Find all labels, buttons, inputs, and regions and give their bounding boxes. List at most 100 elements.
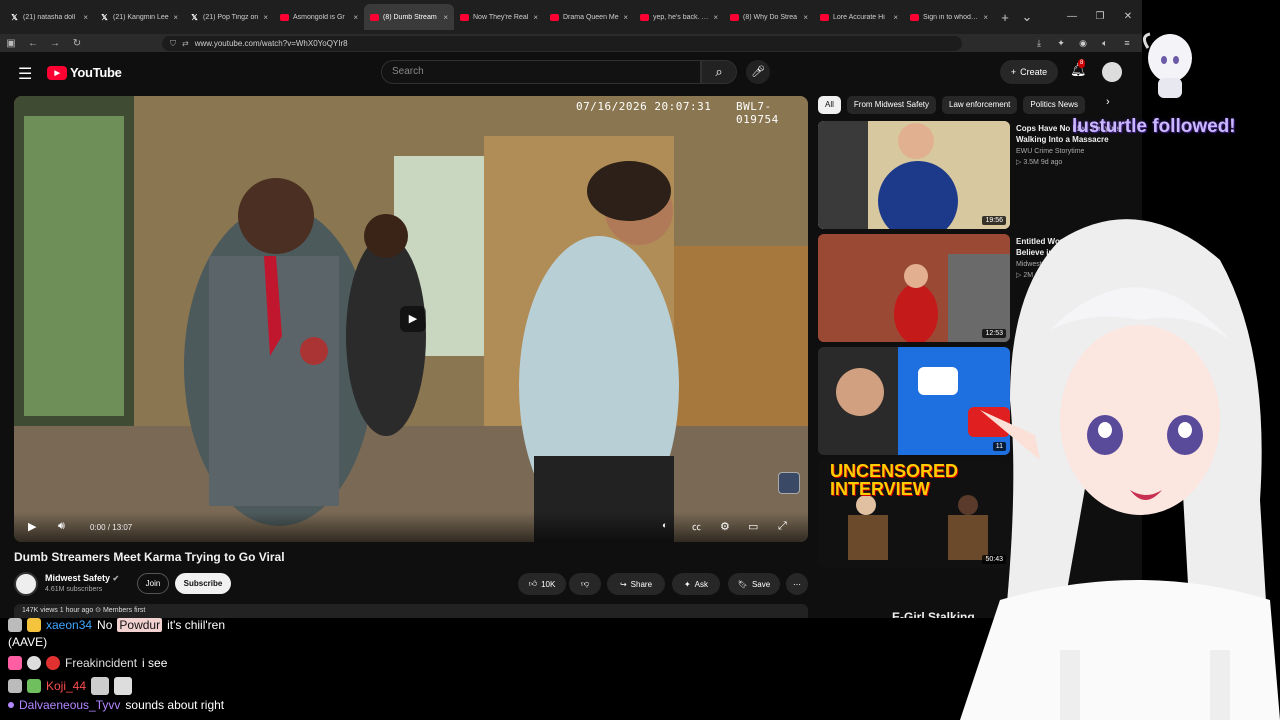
chat-user-1[interactable]: xaeon34 (46, 618, 92, 632)
vtuber-avatar-image (960, 219, 1280, 720)
save-button[interactable]: 🔖︎ Save (728, 573, 780, 595)
tab-title: (21) Pop Tingz on (203, 13, 259, 21)
notifications-button[interactable]: 🔔︎ 8 (1070, 59, 1087, 78)
ask-button[interactable]: ✦ Ask (672, 573, 720, 595)
tab-close-icon[interactable]: × (263, 13, 268, 22)
filter-chip[interactable]: Law enforcement (942, 96, 1018, 114)
profile-icon[interactable]: ◉ (1072, 34, 1094, 52)
new-tab-button[interactable]: + (994, 10, 1016, 25)
youtube-tab-icon (910, 13, 919, 21)
extensions-icon[interactable]: ✦ (1050, 34, 1072, 52)
sidebar-toggle-icon[interactable]: ▣ (0, 38, 22, 49)
browser-tab[interactable]: Lore Accurate Hi × (814, 4, 904, 30)
tab-close-icon[interactable]: × (533, 13, 538, 22)
share-button[interactable]: ↪ Share (607, 573, 665, 595)
dot-badge-icon (8, 702, 14, 708)
download-icon[interactable]: ⤓ (1028, 34, 1050, 52)
volume-icon[interactable]: 🔊︎ (58, 520, 65, 533)
tab-close-icon[interactable]: × (443, 13, 448, 22)
maximize-icon[interactable]: ❐ (1086, 0, 1114, 34)
voice-search-button[interactable]: 🎤︎ (746, 60, 770, 84)
join-button[interactable]: Join (137, 573, 169, 594)
search-button[interactable]: ⌕ (701, 60, 737, 84)
browser-tab[interactable]: Drama Queen Me × (544, 4, 634, 30)
chat-message-2: Freakincident i see (8, 656, 167, 670)
share-icon: ↪ (619, 579, 627, 589)
chat-user-3[interactable]: Koji_44 (46, 679, 86, 693)
skull-badge-icon (27, 656, 41, 670)
minimize-icon[interactable]: — (1058, 0, 1086, 34)
create-button[interactable]: + Create (1000, 60, 1058, 84)
notification-badge: 8 (1078, 59, 1086, 68)
chevron-right-icon[interactable]: › (1106, 96, 1110, 108)
play-overlay-button[interactable]: ▶ (400, 306, 426, 332)
tab-list-icon[interactable]: ⌄ (1016, 9, 1038, 25)
settings-icon[interactable]: ⚙ (720, 520, 730, 533)
forward-icon[interactable]: → (44, 38, 66, 49)
osd-datetime: 07/16/2026 20:07:31 (576, 100, 712, 113)
browser-tab[interactable]: 𝕏 (21) natasha doll × (4, 4, 94, 30)
back-icon[interactable]: ← (22, 38, 44, 49)
account-avatar[interactable] (1102, 62, 1122, 82)
tab-title: (8) Dumb Stream (383, 13, 437, 21)
browser-tab[interactable]: 𝕏 (21) Kangmin Lee × (94, 4, 184, 30)
sound-icon[interactable]: 🔈︎ (1094, 34, 1116, 52)
browser-tab[interactable]: yep, he's back. - Y × (634, 4, 724, 30)
youtube-tab-icon (280, 13, 289, 21)
more-icon: ⋯ (793, 579, 801, 589)
tab-close-icon[interactable]: × (623, 13, 628, 22)
emote-1-icon (91, 677, 110, 695)
tab-close-icon[interactable]: × (353, 13, 358, 22)
browser-tab[interactable]: Sign in to whodunchu × (904, 4, 994, 30)
verified-icon: ✔ (112, 574, 120, 583)
flower-badge-icon (46, 656, 60, 670)
tab-close-icon[interactable]: × (83, 13, 88, 22)
like-button[interactable]: 👍︎ 10K (518, 573, 566, 595)
osd-id: BWL7-019754 (736, 100, 779, 126)
chat-user-4[interactable]: Dalvaeneous_Tyvv (19, 698, 120, 712)
search-input[interactable]: Search (381, 60, 701, 84)
fullscreen-icon[interactable]: ⤢ (778, 520, 787, 533)
browser-tab[interactable]: 𝕏 (21) Pop Tingz on × (184, 4, 274, 30)
more-actions-button[interactable]: ⋯ (786, 573, 808, 595)
video-title: Dumb Streamers Meet Karma Trying to Go V… (14, 550, 285, 564)
browser-tab[interactable]: Asmongold is Gr × (274, 4, 364, 30)
tab-close-icon[interactable]: × (173, 13, 178, 22)
filter-chip[interactable]: From Midwest Safety (846, 96, 937, 114)
filter-chip[interactable]: All (818, 96, 841, 114)
browser-tab[interactable]: (8) Why Do Strea × (724, 4, 814, 30)
tab-close-icon[interactable]: × (713, 13, 718, 22)
tab-close-icon[interactable]: × (893, 13, 898, 22)
captions-icon[interactable]: ㏄ (692, 520, 701, 533)
reload-icon[interactable]: ↻ (66, 38, 88, 49)
address-bar[interactable]: ⛉ ⇄ www.youtube.com/watch?v=WhX0YoQYIr8 (162, 36, 962, 51)
url-text: www.youtube.com/watch?v=WhX0YoQYIr8 (194, 39, 348, 48)
theater-mode-icon[interactable]: ▭ (748, 520, 758, 533)
channel-avatar[interactable] (14, 572, 38, 596)
hamburger-menu-icon[interactable]: ☰ (18, 64, 32, 84)
x-logo-icon: 𝕏 (191, 12, 198, 22)
autoplay-toggle[interactable]: ◐ (662, 520, 667, 530)
play-button[interactable]: ▶ (28, 520, 36, 533)
description-box[interactable]: 147K views 1 hour ago ⊙ Members first (14, 604, 808, 618)
video-player[interactable]: 07/16/2026 20:07:31 BWL7-019754 ▶ ▶ 🔊︎ 0… (14, 96, 808, 542)
chat-text-1c: (AAVE) (8, 635, 48, 649)
stream-screen: 𝕏 (21) natasha doll × 𝕏 (21) Kangmin Lee × 𝕏 (2… (0, 0, 1280, 720)
nav-bar: ▣ ← → ↻ ⛉ ⇄ www.youtube.com/watch?v=WhX0… (0, 34, 1142, 52)
youtube-logo-text: YouTube (70, 65, 122, 80)
channel-name[interactable]: Midwest Safety ✔ (45, 573, 119, 583)
tab-close-icon[interactable]: × (803, 13, 808, 22)
tune-icon: ⇄ (182, 39, 189, 48)
tab-title: yep, he's back. - Y (653, 13, 710, 21)
subscribe-button[interactable]: Subscribe (175, 573, 231, 594)
youtube-logo[interactable]: ▶ YouTube (47, 65, 122, 80)
tab-close-icon[interactable]: × (983, 13, 988, 22)
dislike-button[interactable]: 👎︎ (569, 573, 601, 595)
browser-tab[interactable]: (8) Dumb Stream × (364, 4, 454, 30)
channel-watermark[interactable] (778, 472, 800, 494)
chat-text-1a: No (97, 618, 113, 632)
tab-title: Sign in to whodunchu (923, 13, 979, 21)
chat-user-2[interactable]: Freakincident (65, 656, 137, 670)
filter-chip[interactable]: Politics News (1023, 96, 1085, 114)
browser-tab[interactable]: Now They're Real × (454, 4, 544, 30)
